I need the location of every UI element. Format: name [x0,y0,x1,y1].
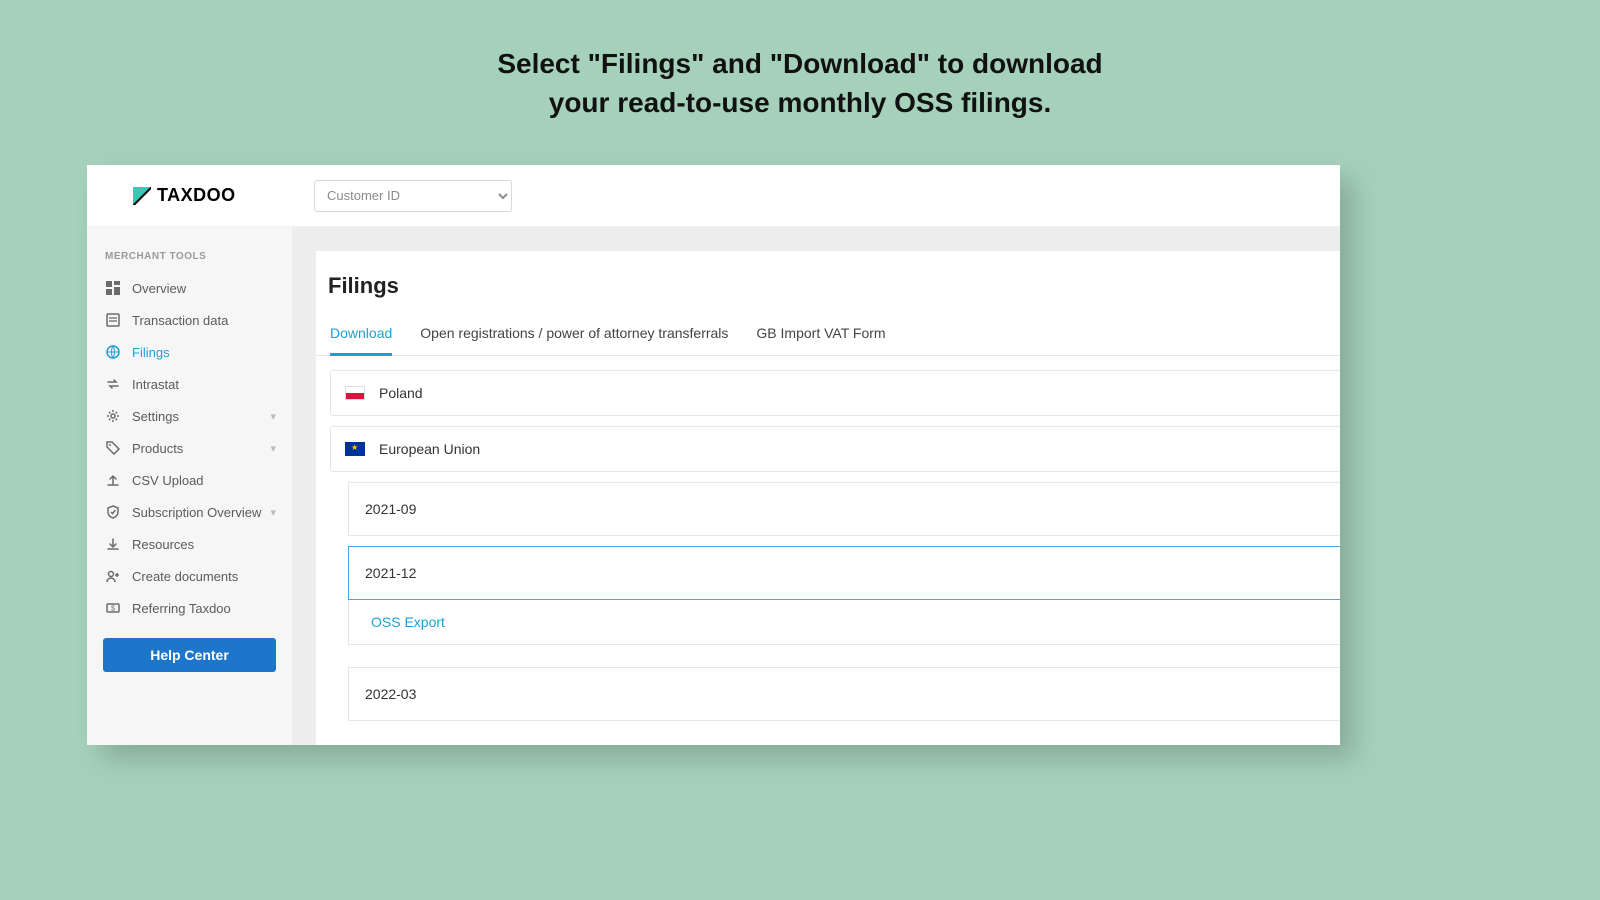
period-row[interactable]: 2022-03 [348,667,1340,721]
sidebar-item-label: Overview [132,281,186,296]
chevron-down-icon: ▾ [270,410,276,423]
download-icon [105,536,121,552]
sidebar-item-label: Settings [132,409,179,424]
sidebar-item-label: CSV Upload [132,473,204,488]
country-name: Poland [379,385,423,401]
sidebar-item-transaction-data[interactable]: Transaction data [97,304,282,336]
sidebar-item-label: Referring Taxdoo [132,601,231,616]
sidebar-item-referring[interactable]: $ Referring Taxdoo [97,592,282,624]
period-row[interactable]: 2021-09 [348,482,1340,536]
instruction-line-1: Select "Filings" and "Download" to downl… [0,44,1600,83]
sidebar: MERCHANT TOOLS Overview Transaction data… [87,227,292,745]
sidebar-item-filings[interactable]: Filings [97,336,282,368]
sidebar-item-label: Resources [132,537,194,552]
list-icon [105,312,121,328]
annotation-circle-icon [572,741,722,745]
sidebar-item-label: Transaction data [132,313,228,328]
brand-logo: TAXDOO [87,185,292,206]
sidebar-item-settings[interactable]: Settings ▾ [97,400,282,432]
dashboard-icon [105,280,121,296]
export-row: OSS Export [348,600,1340,645]
main-area: Filings Download Open registrations / po… [292,227,1340,745]
sidebar-item-label: Intrastat [132,377,179,392]
sidebar-item-subscription-overview[interactable]: Subscription Overview ▾ [97,496,282,528]
sidebar-item-overview[interactable]: Overview [97,272,282,304]
brand-name: TAXDOO [157,185,236,206]
sidebar-item-create-documents[interactable]: Create documents [97,560,282,592]
sidebar-heading: MERCHANT TOOLS [97,245,282,272]
sidebar-item-label: Create documents [132,569,238,584]
tab-gb-import-vat[interactable]: GB Import VAT Form [756,317,885,356]
brand-mark-icon [133,187,151,205]
flag-eu-icon [345,442,365,456]
sidebar-item-csv-upload[interactable]: CSV Upload [97,464,282,496]
sidebar-item-label: Subscription Overview [132,505,261,520]
sidebar-item-products[interactable]: Products ▾ [97,432,282,464]
page-title: Filings [316,273,1340,317]
help-center-button[interactable]: Help Center [103,638,276,672]
svg-text:$: $ [111,606,115,613]
money-icon: $ [105,600,121,616]
country-row-poland[interactable]: Poland [330,370,1340,416]
person-plus-icon [105,568,121,584]
tag-icon [105,440,121,456]
shield-icon [105,504,121,520]
sidebar-item-label: Filings [132,345,170,360]
sidebar-item-resources[interactable]: Resources [97,528,282,560]
tab-open-registrations[interactable]: Open registrations / power of attorney t… [420,317,728,356]
sidebar-item-label: Products [132,441,183,456]
period-row-selected[interactable]: 2021-12 [348,546,1340,600]
app-window: TAXDOO Customer ID MERCHANT TOOLS Overvi… [87,165,1340,745]
tabs: Download Open registrations / power of a… [316,317,1340,356]
chevron-down-icon: ▾ [270,506,276,519]
instruction-line-2: your read-to-use monthly OSS filings. [0,83,1600,122]
globe-icon [105,344,121,360]
country-name: European Union [379,441,480,457]
gear-icon [105,408,121,424]
flag-poland-icon [345,386,365,400]
swap-icon [105,376,121,392]
sidebar-item-intrastat[interactable]: Intrastat [97,368,282,400]
chevron-down-icon: ▾ [270,442,276,455]
country-row-eu[interactable]: European Union [330,426,1340,472]
instruction-text: Select "Filings" and "Download" to downl… [0,0,1600,122]
tab-download[interactable]: Download [330,317,392,356]
topbar: TAXDOO Customer ID [87,165,1340,227]
customer-id-select[interactable]: Customer ID [314,180,512,212]
oss-export-link[interactable]: OSS Export [371,614,445,630]
upload-icon [105,472,121,488]
